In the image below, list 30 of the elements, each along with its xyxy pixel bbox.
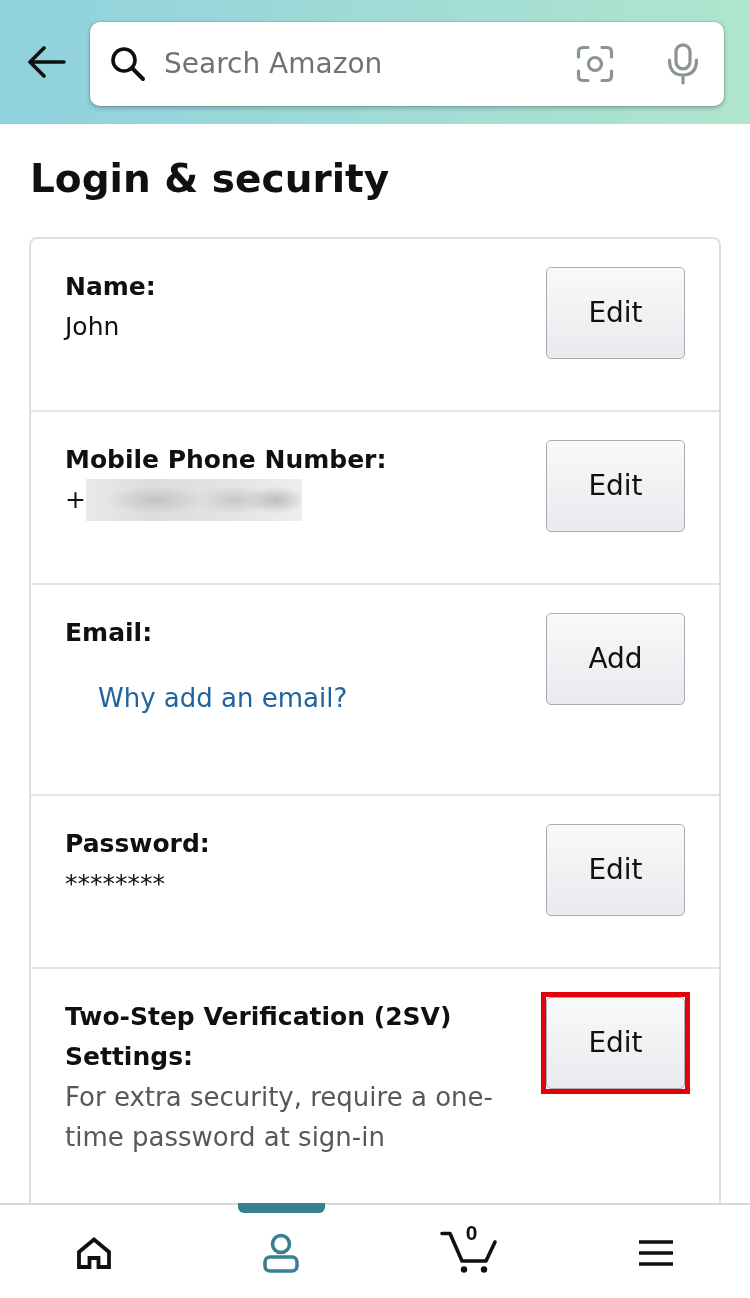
person-icon xyxy=(263,1232,300,1273)
field-value: ******** xyxy=(65,868,165,900)
cart-button[interactable]: 0 xyxy=(439,1220,498,1273)
page-title: Login & security xyxy=(29,155,391,203)
menu-icon xyxy=(638,1238,675,1267)
field-value: + xyxy=(65,484,86,516)
action-button[interactable]: Edit xyxy=(546,267,685,359)
home-icon xyxy=(75,1235,112,1270)
cart-count: 0 xyxy=(465,1220,478,1245)
field-label: Two-Step Verification (2SV) Settings: xyxy=(65,1001,453,1073)
field-label: Mobile Phone Number: xyxy=(65,444,388,476)
search-icon xyxy=(110,45,146,82)
action-button[interactable]: Add xyxy=(546,613,685,705)
field-value: John xyxy=(65,311,120,343)
home-button[interactable] xyxy=(75,1235,112,1270)
field-label: Password: xyxy=(65,828,211,860)
search-input[interactable]: Search Amazon xyxy=(164,41,566,86)
field-label: Email: xyxy=(65,617,154,649)
menu-button[interactable] xyxy=(638,1238,675,1267)
action-button[interactable]: Edit xyxy=(546,997,685,1089)
search-bar[interactable]: Search Amazon xyxy=(90,21,724,106)
help-link[interactable]: Why add an email? xyxy=(98,678,348,718)
action-button[interactable]: Edit xyxy=(546,440,685,532)
field-description: For extra security, require a one-time password at sign-in xyxy=(65,1081,494,1154)
field-label: Name: xyxy=(65,271,157,303)
microphone-icon[interactable] xyxy=(666,42,700,85)
lens-scan-icon[interactable] xyxy=(576,44,614,83)
action-button[interactable]: Edit xyxy=(546,824,685,916)
account-button[interactable] xyxy=(263,1232,300,1273)
back-icon xyxy=(26,46,66,78)
